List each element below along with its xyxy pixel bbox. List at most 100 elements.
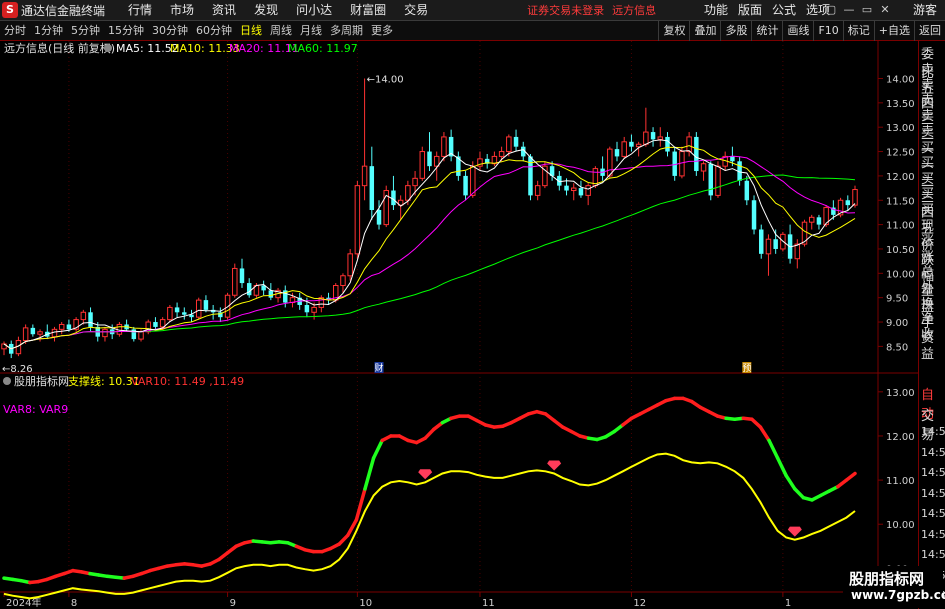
menu-faxian[interactable]: 发现 bbox=[245, 0, 287, 21]
minimize-icon[interactable]: — bbox=[841, 2, 857, 18]
x-tick-label: 10 bbox=[359, 598, 372, 609]
ind-y-tick-label: 10.00 bbox=[886, 520, 915, 531]
candle-body-up bbox=[311, 306, 317, 313]
main-y-tick-label: 10.50 bbox=[886, 245, 915, 256]
var10-segment-up bbox=[750, 417, 763, 429]
main-y-tick-label: 8.50 bbox=[886, 342, 908, 353]
period-weekly[interactable]: 周线 bbox=[266, 21, 296, 41]
side-lower-label-7: 14:56 bbox=[921, 527, 945, 541]
menu-shichang[interactable]: 市场 bbox=[161, 0, 203, 21]
period-monthly[interactable]: 月线 bbox=[296, 21, 326, 41]
maximize-icon[interactable]: ▭ bbox=[859, 2, 875, 18]
candle-body-down bbox=[369, 166, 375, 210]
menu-gongshi[interactable]: 公式 bbox=[767, 0, 801, 21]
candle-body-up bbox=[102, 328, 108, 338]
period-1min[interactable]: 1分钟 bbox=[30, 21, 67, 41]
main-y-tick-label: 13.50 bbox=[886, 99, 915, 110]
mark-button[interactable]: 标记 bbox=[842, 21, 874, 41]
low-price-label: ←8.26 bbox=[2, 364, 33, 375]
candle-body-up bbox=[607, 148, 613, 177]
period-15min[interactable]: 15分钟 bbox=[104, 21, 148, 41]
period-30min[interactable]: 30分钟 bbox=[148, 21, 192, 41]
period-more[interactable]: 更多 bbox=[367, 21, 397, 41]
menu-banmian[interactable]: 版面 bbox=[733, 0, 767, 21]
overlay-button[interactable]: 叠加 bbox=[689, 21, 720, 41]
diamond-signal-icon bbox=[547, 460, 562, 471]
menu-zixun[interactable]: 资讯 bbox=[203, 0, 245, 21]
back-button[interactable]: 返回 bbox=[914, 21, 945, 41]
menu-hangqing[interactable]: 行情 bbox=[119, 0, 161, 21]
candle-body-up bbox=[441, 136, 447, 157]
event-caption-cai: 财 bbox=[375, 362, 384, 374]
f10-button[interactable]: F10 bbox=[813, 21, 842, 41]
side-lower-label-4: 14:56 bbox=[921, 466, 945, 479]
menu-gongneng[interactable]: 功能 bbox=[699, 0, 733, 21]
candle-body-down bbox=[463, 175, 468, 196]
candle-body-down bbox=[730, 156, 735, 162]
period-multi[interactable]: 多周期 bbox=[326, 21, 367, 41]
multi-stock-button[interactable]: 多股 bbox=[720, 21, 751, 41]
event-caption-yu: 预 bbox=[742, 363, 751, 374]
chart-title: 远方信息(日线 前复权) bbox=[4, 41, 115, 55]
legend-support: 支撑线: 10.31 bbox=[68, 374, 140, 388]
chart-canvas[interactable]: 14.00 13.50 13.00 12.50 12.00 11.50 11.00 10.50… bbox=[0, 41, 918, 609]
candle-body-down bbox=[174, 307, 180, 313]
main-y-tick-label: 10.00 bbox=[886, 269, 915, 280]
candle-body-up bbox=[159, 319, 166, 328]
candle-body-up bbox=[498, 151, 505, 157]
x-tick-label: 12 bbox=[633, 598, 646, 609]
period-daily[interactable]: 日线 bbox=[236, 21, 266, 41]
login-status[interactable]: 证券交易未登录 bbox=[527, 2, 604, 18]
ma60-line bbox=[3, 174, 856, 350]
indicator-series bbox=[2, 396, 857, 600]
settings-gear-icon[interactable] bbox=[104, 44, 112, 52]
restore-icon[interactable]: ▢ bbox=[823, 2, 839, 18]
menu-wenxiaoda[interactable]: 问小达 bbox=[287, 0, 341, 21]
watermark-title: 股朋指标网 bbox=[849, 570, 925, 588]
x-tick-label: 8 bbox=[71, 598, 77, 609]
candle-body-up bbox=[195, 299, 202, 318]
main-y-tick-label: 13.00 bbox=[886, 123, 915, 134]
var10-segment-down bbox=[775, 456, 788, 478]
fuquan-button[interactable]: 复权 bbox=[658, 21, 689, 41]
candle-body-down bbox=[376, 210, 382, 225]
candle-body-up bbox=[340, 275, 346, 287]
menu-caifuquan[interactable]: 财富圈 bbox=[341, 0, 395, 21]
candle-body-down bbox=[30, 327, 36, 335]
indicator-markers bbox=[418, 460, 802, 537]
candle-body-up bbox=[361, 165, 368, 187]
period-60min[interactable]: 60分钟 bbox=[192, 21, 236, 41]
var10-segment-up bbox=[758, 425, 771, 443]
draw-line-button[interactable]: 画线 bbox=[782, 21, 813, 41]
var10-segment-down bbox=[793, 487, 806, 500]
close-icon[interactable]: ✕ bbox=[877, 2, 893, 18]
candle-body-up bbox=[22, 327, 29, 342]
side-lower-label-2: 14:56 bbox=[921, 425, 945, 438]
candle-body-down bbox=[268, 290, 274, 298]
ma5-line bbox=[3, 139, 856, 350]
indicator-settings-icon[interactable] bbox=[3, 377, 11, 385]
stock-name-status: 远方信息 bbox=[612, 4, 657, 17]
candle-body-down bbox=[427, 151, 432, 167]
quote-side-panel: 委比 卖五 卖四 卖三 卖二 卖一 买一 买二 买三 买四 买五 现价 涨跌 涨幅 总量 外盘 换手 净资 收益 自动… bbox=[918, 41, 945, 609]
candle-body-down bbox=[708, 163, 713, 196]
guest-user[interactable]: 游客 bbox=[913, 0, 937, 21]
candle-body-up bbox=[470, 165, 476, 196]
candle-body-down bbox=[304, 304, 310, 313]
x-tick-label: 11 bbox=[482, 598, 495, 609]
candle-body-down bbox=[665, 136, 670, 152]
stats-button[interactable]: 统计 bbox=[751, 21, 782, 41]
period-5min[interactable]: 5分钟 bbox=[67, 21, 104, 41]
window-controls: ▢ — ▭ ✕ bbox=[823, 2, 893, 18]
watermark-url: www.7gpzb.com bbox=[851, 588, 945, 602]
add-watchlist-button[interactable]: +自选 bbox=[873, 21, 914, 41]
menu-jiaoyi[interactable]: 交易 bbox=[395, 0, 437, 21]
candle-body-down bbox=[88, 312, 93, 327]
candle-body-down bbox=[816, 217, 822, 225]
side-label-18[interactable]: 收益 bbox=[921, 324, 945, 362]
var10-segment-down bbox=[784, 473, 797, 491]
ind-y-tick-label: 13.00 bbox=[886, 388, 915, 399]
candle-body-up bbox=[643, 131, 649, 145]
period-fenshi[interactable]: 分时 bbox=[0, 21, 30, 41]
x-tick-label: 1 bbox=[785, 598, 791, 609]
